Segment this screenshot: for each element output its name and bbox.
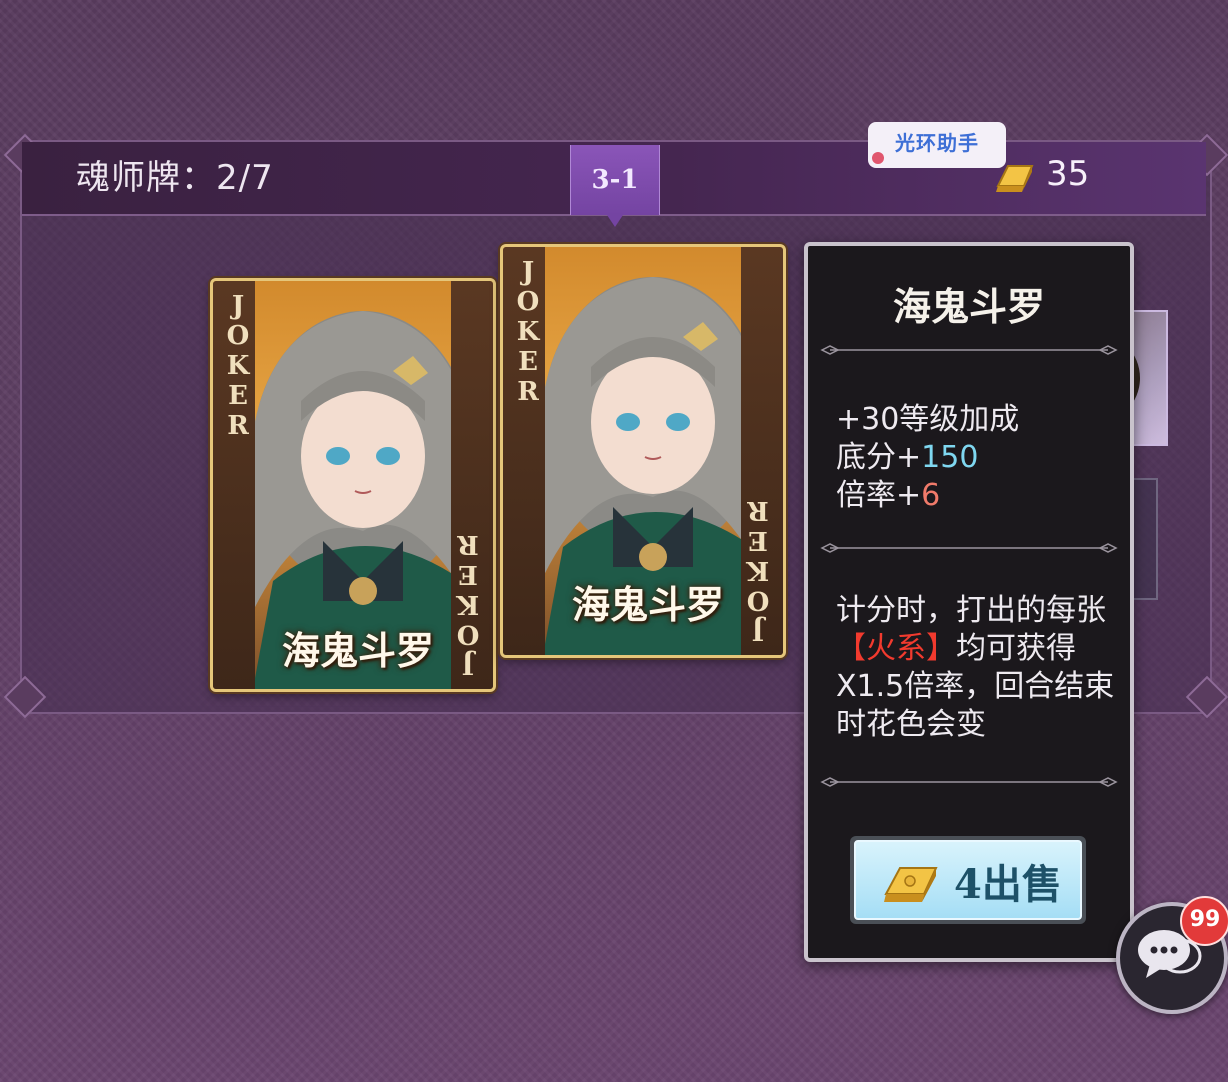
assistant-label: 光环助手 (895, 131, 979, 155)
divider (820, 345, 1118, 355)
card-effect-description: 计分时，打出的每张【火系】均可获得X1.5倍率，回合结束时花色会变 (836, 592, 1116, 744)
sell-button[interactable]: 4出售 (850, 836, 1086, 924)
gold-bar-icon (996, 165, 1034, 192)
gold-amount: 35 (1046, 154, 1090, 194)
stat-multiplier: 倍率+6 (836, 470, 940, 514)
card-name: 海鬼斗罗 (281, 628, 434, 673)
chat-unread-badge: 99 (1180, 896, 1228, 946)
assistant-button[interactable]: 光环助手 (868, 122, 1006, 168)
stat-multiplier-label: 倍率+ (836, 478, 922, 513)
joker-corner-label: JOKER (223, 291, 253, 441)
sell-button-label: 4出售 (954, 861, 1062, 908)
card-detail-tooltip: 海鬼斗罗 +30等级加成 底分+150 倍率+6 计分时，打出的每张【火系】均可… (804, 242, 1134, 962)
soul-card-count: 魂师牌：2/7 (76, 158, 274, 198)
fire-element-tag: 【火系】 (836, 631, 956, 666)
gold-bar-icon (884, 867, 938, 902)
tooltip-title: 海鬼斗罗 (892, 284, 1045, 329)
sell-button-face[interactable]: 4出售 (854, 840, 1082, 920)
divider (820, 777, 1118, 787)
joker-card[interactable]: JOKER JOKER 海鬼斗罗 (210, 278, 496, 692)
desc-part1: 计分时，打出的每张 (836, 593, 1106, 628)
stat-multiplier-value: 6 (921, 478, 941, 513)
joker-card-selected[interactable]: JOKER JOKER 海鬼斗罗 (500, 244, 786, 658)
stage-tab[interactable]: 3-1 (570, 145, 660, 227)
card-name: 海鬼斗罗 (571, 582, 724, 627)
notification-dot (872, 152, 884, 164)
joker-corner-label: JOKER (513, 257, 543, 407)
divider (820, 543, 1118, 553)
